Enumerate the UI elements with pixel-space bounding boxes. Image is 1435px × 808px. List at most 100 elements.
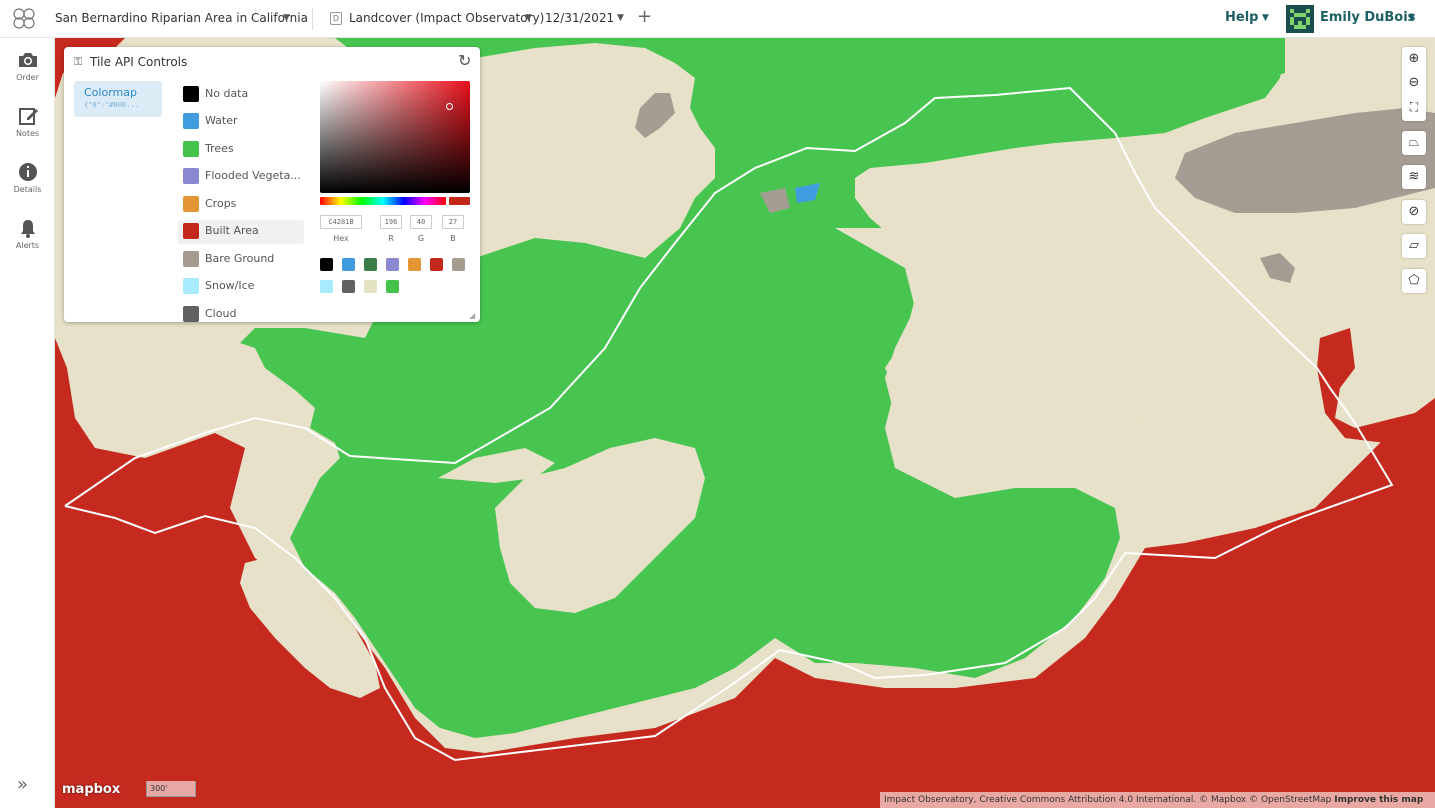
legend-label: Crops bbox=[205, 197, 237, 210]
tab-label: Colormap bbox=[84, 86, 137, 99]
legend-item[interactable]: Snow/Ice bbox=[178, 275, 304, 299]
tab-sublabel: {"0":"#000... bbox=[84, 101, 139, 109]
legend-item[interactable]: No data bbox=[178, 83, 304, 107]
preset-swatch[interactable] bbox=[430, 258, 443, 271]
hide-layer-icon[interactable]: ⊘ bbox=[1402, 200, 1426, 224]
sidebar-item-alerts[interactable]: Alerts bbox=[0, 218, 55, 250]
legend-item[interactable]: Trees bbox=[178, 138, 304, 162]
info-icon bbox=[18, 163, 37, 181]
pentagon-icon[interactable]: ⬠ bbox=[1402, 269, 1426, 293]
b-label: B bbox=[450, 234, 456, 243]
preset-swatch[interactable] bbox=[386, 258, 399, 271]
layer-selector[interactable]: Landcover (Impact Observatory) bbox=[349, 11, 544, 25]
help-menu[interactable]: Help bbox=[1225, 10, 1258, 25]
edit-icon bbox=[18, 108, 38, 125]
legend-item[interactable]: Cloud bbox=[178, 303, 304, 322]
preset-swatch[interactable] bbox=[342, 280, 355, 293]
resize-handle-icon[interactable]: ◢ bbox=[469, 311, 475, 320]
legend-item[interactable]: Bare Ground bbox=[178, 248, 304, 272]
current-color-swatch bbox=[449, 197, 470, 205]
mapbox-logo[interactable]: mapbox bbox=[62, 782, 120, 797]
legend-item[interactable]: Crops bbox=[178, 193, 304, 217]
r-label: R bbox=[388, 234, 394, 243]
preset-swatch[interactable] bbox=[320, 280, 333, 293]
legend-swatch[interactable] bbox=[183, 223, 199, 239]
legend-swatch[interactable] bbox=[183, 168, 199, 184]
g-input[interactable]: 40 bbox=[410, 215, 432, 229]
r-input[interactable]: 196 bbox=[380, 215, 402, 229]
legend-swatch[interactable] bbox=[183, 141, 199, 157]
scale-bar: 300' bbox=[146, 781, 196, 797]
add-layer-button[interactable]: + bbox=[637, 6, 652, 27]
legend-item[interactable]: Water bbox=[178, 110, 304, 134]
sidebar-item-notes[interactable]: Notes bbox=[0, 106, 55, 138]
sidebar-item-details[interactable]: Details bbox=[0, 162, 55, 194]
legend-label: Flooded Vegeta... bbox=[205, 169, 301, 182]
draw-polygon-icon[interactable]: ⏢ bbox=[1402, 131, 1426, 155]
map-attribution: Impact Observatory, Creative Commons Att… bbox=[880, 792, 1435, 808]
improve-map-link[interactable]: Improve this map bbox=[1334, 795, 1423, 805]
layers-icon[interactable]: ≋ bbox=[1402, 165, 1426, 189]
saturation-value-picker[interactable] bbox=[320, 81, 470, 193]
chevron-down-icon[interactable]: ▼ bbox=[617, 13, 624, 23]
legend-label: No data bbox=[205, 87, 249, 100]
chevron-down-icon[interactable]: ▼ bbox=[525, 13, 532, 23]
legend-swatch[interactable] bbox=[183, 113, 199, 129]
chevron-down-icon[interactable]: ▼ bbox=[283, 13, 290, 23]
fit-bounds-icon[interactable]: ⛶ bbox=[1402, 95, 1426, 119]
aoi-selector[interactable]: San Bernardino Riparian Area in Californ… bbox=[55, 11, 308, 25]
date-selector[interactable]: 12/31/2021 bbox=[545, 11, 614, 25]
camera-icon bbox=[18, 53, 37, 67]
legend-swatch[interactable] bbox=[183, 278, 199, 294]
panel-title: Tile API Controls bbox=[90, 55, 188, 69]
left-sidebar: Order Notes Details Alerts bbox=[0, 38, 55, 808]
legend-swatch[interactable] bbox=[183, 251, 199, 267]
hue-slider[interactable] bbox=[320, 197, 446, 205]
legend-label: Cloud bbox=[205, 307, 237, 320]
chevron-down-icon[interactable]: ▼ bbox=[1408, 13, 1415, 23]
zoom-out-icon[interactable]: ⊖ bbox=[1402, 71, 1426, 95]
legend-label: Snow/Ice bbox=[205, 279, 255, 292]
expand-sidebar-button[interactable]: » bbox=[17, 774, 28, 795]
preset-swatch[interactable] bbox=[364, 258, 377, 271]
legend-label: Water bbox=[205, 114, 238, 127]
legend-swatch[interactable] bbox=[183, 86, 199, 102]
legend-label: Trees bbox=[205, 142, 234, 155]
top-bar: San Bernardino Riparian Area in Californ… bbox=[0, 0, 1435, 38]
preset-swatch[interactable] bbox=[320, 258, 333, 271]
chevron-down-icon[interactable]: ▼ bbox=[1262, 13, 1269, 23]
tile-api-controls-panel: ⚿ Tile API Controls ↻ Colormap {"0":"#00… bbox=[64, 47, 480, 322]
reset-icon[interactable]: ↻ bbox=[458, 51, 471, 70]
legend-swatch[interactable] bbox=[183, 196, 199, 212]
lock-icon: ⚿ bbox=[74, 55, 83, 68]
user-menu[interactable]: Emily DuBois bbox=[1320, 10, 1415, 25]
b-input[interactable]: 27 bbox=[442, 215, 464, 229]
preset-swatch[interactable] bbox=[408, 258, 421, 271]
g-label: G bbox=[417, 234, 425, 243]
legend-item[interactable]: Built Area bbox=[178, 220, 304, 244]
preset-swatch[interactable] bbox=[386, 280, 399, 293]
sidebar-item-label: Alerts bbox=[15, 241, 40, 250]
tab-colormap[interactable]: Colormap {"0":"#000... bbox=[74, 81, 162, 117]
preset-swatch[interactable] bbox=[364, 280, 377, 293]
legend-item[interactable]: Flooded Vegeta... bbox=[178, 165, 304, 189]
preset-swatch[interactable] bbox=[342, 258, 355, 271]
attribution-text: Impact Observatory, Creative Commons Att… bbox=[884, 795, 1332, 805]
legend-label: Bare Ground bbox=[205, 252, 275, 265]
sidebar-item-order[interactable]: Order bbox=[0, 50, 55, 82]
picker-cursor[interactable] bbox=[446, 103, 453, 110]
divider bbox=[312, 8, 313, 30]
layer-type-icon: D bbox=[330, 12, 342, 25]
bell-icon bbox=[20, 220, 35, 238]
hex-input[interactable]: C4281B bbox=[320, 215, 362, 229]
preset-swatch[interactable] bbox=[452, 258, 465, 271]
app-logo-icon[interactable] bbox=[10, 6, 40, 32]
sidebar-item-label: Notes bbox=[15, 129, 40, 138]
zoom-in-icon[interactable]: ⊕ bbox=[1402, 47, 1426, 71]
legend-swatch[interactable] bbox=[183, 306, 199, 322]
ruler-icon[interactable]: ▱ bbox=[1402, 234, 1426, 258]
zoom-controls: ⊕ ⊖ ⛶ bbox=[1402, 47, 1426, 121]
avatar[interactable] bbox=[1286, 5, 1314, 33]
hex-label: Hex bbox=[333, 234, 349, 243]
sidebar-item-label: Details bbox=[13, 185, 42, 194]
